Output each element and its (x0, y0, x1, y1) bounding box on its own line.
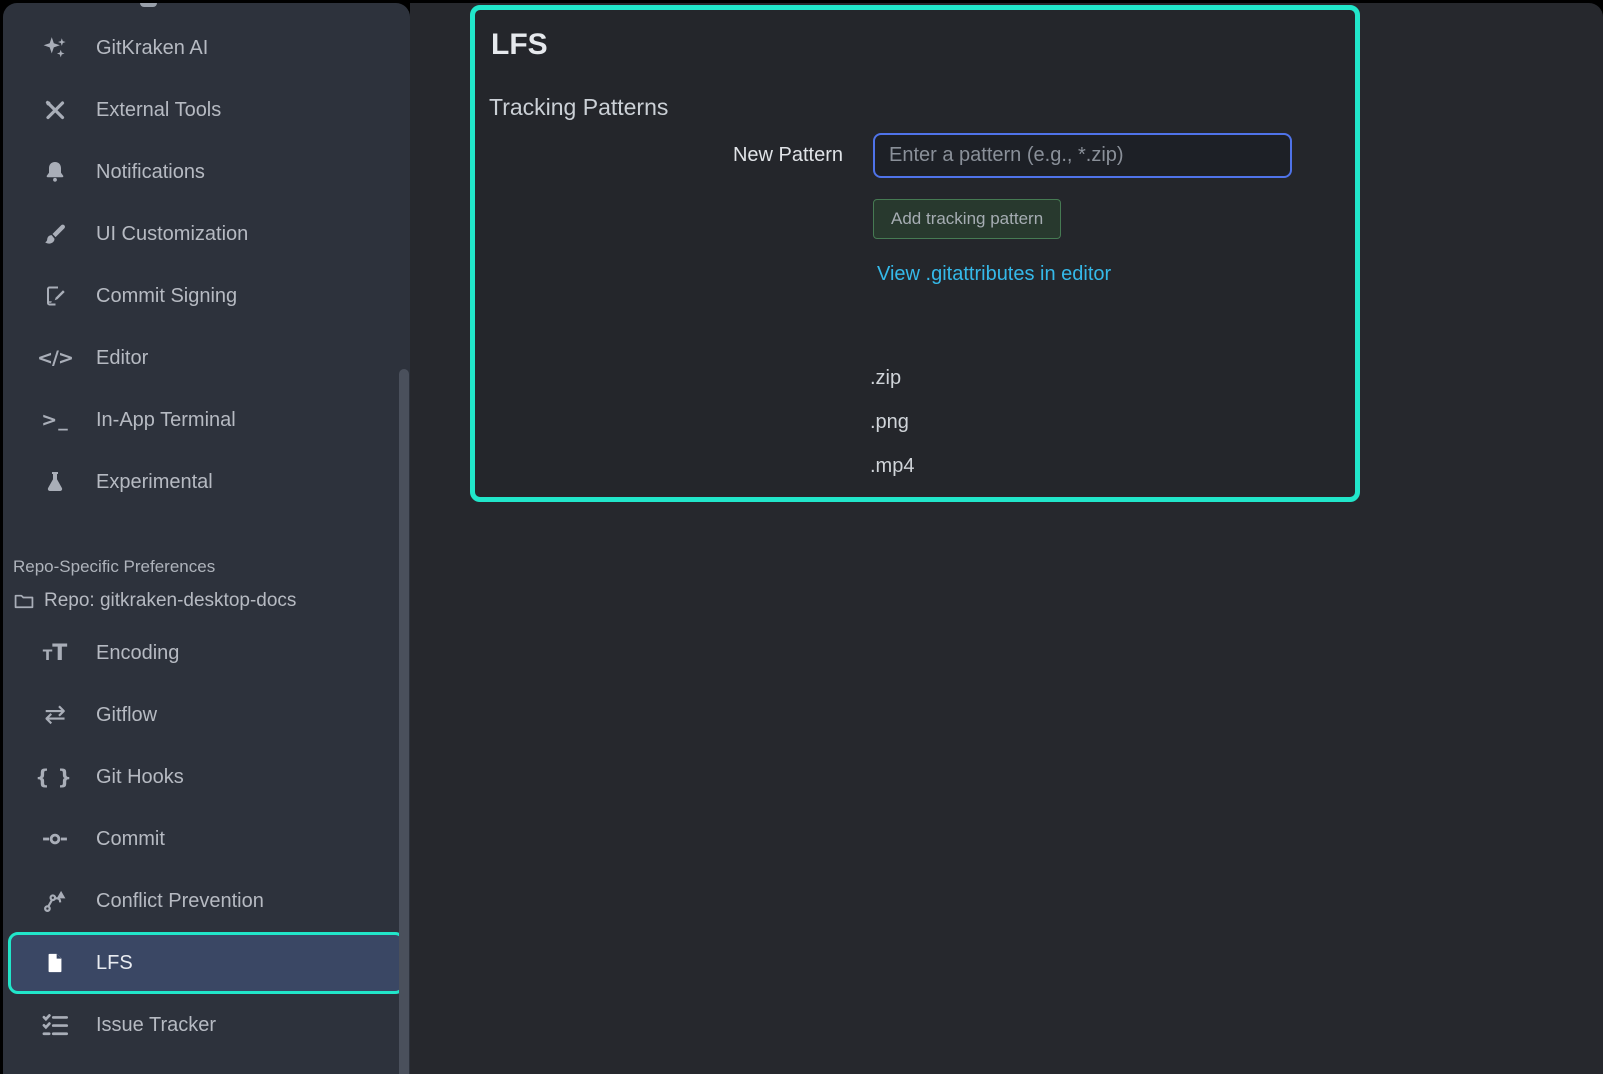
repo-name-row: Repo: gitkraken-desktop-docs (13, 590, 410, 612)
add-tracking-pattern-button[interactable]: Add tracking pattern (873, 199, 1061, 239)
tracking-patterns-heading: Tracking Patterns (489, 94, 1355, 121)
sidebar-item-label: Issue Tracker (96, 1014, 216, 1037)
lfs-pattern-item: .mp4 (870, 444, 1355, 488)
sidebar-item-label: External Tools (96, 99, 221, 122)
repo-name-label: Repo: gitkraken-desktop-docs (44, 590, 296, 612)
new-pattern-label: New Pattern (475, 144, 843, 167)
repo-section-title: Repo-Specific Preferences (13, 557, 410, 577)
file-icon (40, 952, 70, 974)
sidebar-item-label: Encoding (96, 642, 179, 665)
cut-off-item-icon (140, 3, 157, 7)
code-icon: </> (40, 347, 70, 369)
bell-icon (40, 160, 70, 184)
sidebar-item-label: Experimental (96, 471, 213, 494)
sidebar-item-label: Commit (96, 828, 165, 851)
preferences-sidebar: GitKraken AI External Tools Notifications U… (3, 3, 410, 1074)
signed-document-icon (40, 284, 70, 308)
sidebar-item-editor[interactable]: </> Editor (3, 327, 410, 389)
branch-warning-icon (40, 888, 70, 914)
sidebar-item-git-hooks[interactable]: { } Git Hooks (3, 746, 410, 808)
sidebar-item-in-app-terminal[interactable]: >_ In-App Terminal (3, 389, 410, 451)
preferences-content: LFS Tracking Patterns New Pattern Add tr… (410, 3, 1603, 1074)
lfs-pattern-item: .zip (870, 356, 1355, 400)
sidebar-item-label: Gitflow (96, 704, 157, 727)
tracked-patterns-list: .zip.png.mp4 (870, 356, 1355, 488)
sidebar-item-label: Commit Signing (96, 285, 237, 308)
lfs-settings-panel: LFS Tracking Patterns New Pattern Add tr… (470, 5, 1360, 502)
sidebar-item-label: Conflict Prevention (96, 890, 264, 913)
sidebar-item-issue-tracker[interactable]: Issue Tracker (3, 994, 410, 1056)
sidebar-item-commit[interactable]: Commit (3, 808, 410, 870)
paintbrush-icon (40, 222, 70, 246)
terminal-icon: >_ (40, 409, 70, 431)
sidebar-item-label: Editor (96, 347, 148, 370)
text-encoding-icon: TT (40, 641, 70, 666)
sidebar-item-label: LFS (96, 952, 133, 975)
sidebar-item-label: Git Hooks (96, 766, 184, 789)
sidebar-item-commit-signing[interactable]: Commit Signing (3, 265, 410, 327)
sidebar-scrollbar-thumb[interactable] (399, 369, 409, 1074)
sidebar-item-label: In-App Terminal (96, 409, 236, 432)
flask-icon (40, 470, 70, 494)
sidebar-item-gitflow[interactable]: ⇄ Gitflow (3, 684, 410, 746)
crossed-tools-icon (40, 98, 70, 122)
sidebar-item-experimental[interactable]: Experimental (3, 451, 410, 513)
sparkles-icon (40, 35, 70, 61)
folder-icon (13, 590, 35, 612)
view-gitattributes-link[interactable]: View .gitattributes in editor (877, 263, 1111, 285)
repo-specific-section: Repo-Specific Preferences Repo: gitkrake… (3, 557, 410, 612)
commit-node-icon (40, 826, 70, 852)
sidebar-item-label: UI Customization (96, 223, 248, 246)
braces-icon: { } (40, 765, 70, 789)
sidebar-item-notifications[interactable]: Notifications (3, 141, 410, 203)
swap-arrows-icon: ⇄ (40, 705, 70, 725)
sidebar-item-label: Notifications (96, 161, 205, 184)
checklist-icon (40, 1011, 70, 1039)
sidebar-item-ui-customization[interactable]: UI Customization (3, 203, 410, 265)
sidebar-item-gitkraken-ai[interactable]: GitKraken AI (3, 17, 410, 79)
lfs-pattern-item: .png (870, 400, 1355, 444)
page-title: LFS (491, 28, 1355, 62)
sidebar-item-lfs[interactable]: LFS (8, 932, 405, 994)
sidebar-item-conflict-prevention[interactable]: Conflict Prevention (3, 870, 410, 932)
sidebar-nav-global: GitKraken AI External Tools Notifications U… (3, 3, 410, 513)
new-pattern-input[interactable] (873, 133, 1292, 178)
sidebar-item-encoding[interactable]: TT Encoding (3, 622, 410, 684)
sidebar-item-external-tools[interactable]: External Tools (3, 79, 410, 141)
sidebar-item-label: GitKraken AI (96, 37, 208, 60)
sidebar-nav-repo: TT Encoding ⇄ Gitflow { } Git Hooks Commit Conf… (3, 612, 410, 1056)
